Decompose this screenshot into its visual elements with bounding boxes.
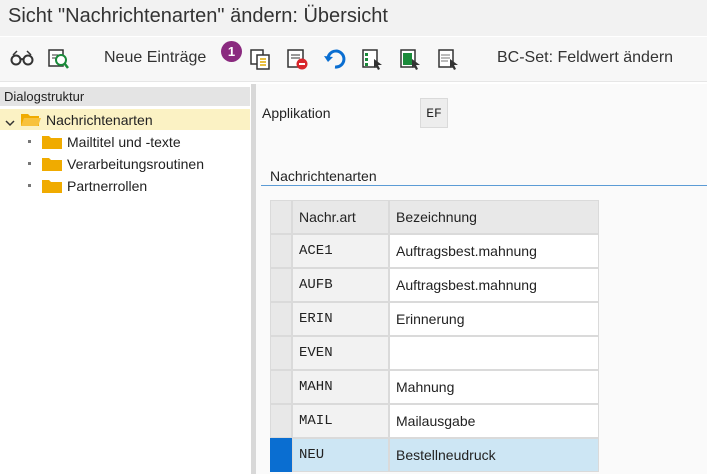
delete-icon[interactable] (283, 45, 311, 73)
description-cell[interactable]: Erinnerung (389, 302, 599, 336)
description-cell[interactable] (389, 336, 599, 370)
undo-icon[interactable] (321, 45, 349, 73)
section-title: Nachrichtenarten (270, 168, 377, 184)
row-selector[interactable] (270, 404, 292, 438)
bullet-icon (28, 162, 31, 165)
code-cell: ACE1 (292, 234, 389, 268)
tree-item-label: Verarbeitungsroutinen (67, 155, 204, 172)
bcset-button[interactable]: BC-Set: Feldwert ändern (497, 49, 673, 67)
notification-badge: 1 (221, 41, 242, 62)
tree-item-partnerrollen[interactable]: Partnerrollen (28, 175, 147, 196)
tree-item-mailtitel[interactable]: Mailtitel und -texte (28, 131, 181, 152)
new-entries-button[interactable]: Neue Einträge (104, 49, 206, 67)
tree-header: Dialogstruktur (0, 87, 250, 106)
description-cell[interactable]: Mailausgabe (389, 404, 599, 438)
deselect-icon[interactable] (434, 45, 462, 73)
find-icon[interactable] (44, 45, 72, 73)
description-cell[interactable]: Auftragsbest.mahnung (389, 268, 599, 302)
row-selector[interactable] (270, 268, 292, 302)
select-block-icon[interactable] (396, 45, 424, 73)
code-cell: MAHN (292, 370, 389, 404)
code-cell: AUFB (292, 268, 389, 302)
folder-icon (42, 179, 62, 193)
folder-icon (42, 157, 62, 171)
code-cell: ERIN (292, 302, 389, 336)
application-field: EF (420, 98, 448, 128)
code-cell-selected: NEU (292, 438, 389, 472)
description-cell[interactable]: Auftragsbest.mahnung (389, 234, 599, 268)
dialog-structure-panel: Dialogstruktur Nachrichtenarten Mailtite… (0, 84, 250, 474)
column-header-nachr-art[interactable]: Nachr.art (292, 200, 389, 234)
folder-icon (42, 135, 62, 149)
row-selector[interactable] (270, 302, 292, 336)
toolbar: Neue Einträge BC-Set: Feldwert ändern (0, 37, 707, 82)
tree-item-verarbeitungsroutinen[interactable]: Verarbeitungsroutinen (28, 153, 204, 174)
bullet-icon (28, 140, 31, 143)
tree-item-label: Mailtitel und -texte (67, 133, 181, 150)
row-selector-selected[interactable] (270, 438, 292, 472)
title-bar: Sicht "Nachrichtenarten" ändern: Übersic… (0, 0, 707, 36)
code-cell: MAIL (292, 404, 389, 438)
bullet-icon (28, 184, 31, 187)
window-title: Sicht "Nachrichtenarten" ändern: Übersic… (8, 5, 388, 27)
row-selector[interactable] (270, 370, 292, 404)
application-label: Applikation (262, 105, 331, 121)
main-area: Applikation EF Nachrichtenarten Nachr.ar… (256, 84, 707, 474)
column-header-bezeichnung[interactable]: Bezeichnung (389, 200, 599, 234)
select-all-icon[interactable] (358, 45, 386, 73)
row-selector[interactable] (270, 336, 292, 370)
tree-item-label: Nachrichtenarten (46, 111, 153, 128)
caret-down-icon[interactable] (5, 115, 15, 126)
row-selector[interactable] (270, 234, 292, 268)
select-all-cell[interactable] (270, 200, 292, 234)
folder-open-icon (21, 113, 41, 127)
description-cell-selected[interactable]: Bestellneudruck (389, 438, 599, 472)
tree-item-label: Partnerrollen (67, 177, 148, 194)
code-cell: EVEN (292, 336, 389, 370)
section-divider (261, 185, 707, 186)
tree-item-nachrichtenarten[interactable]: Nachrichtenarten (0, 109, 250, 130)
glasses-icon[interactable] (8, 45, 36, 73)
copy-icon[interactable] (246, 45, 274, 73)
description-cell[interactable]: Mahnung (389, 370, 599, 404)
